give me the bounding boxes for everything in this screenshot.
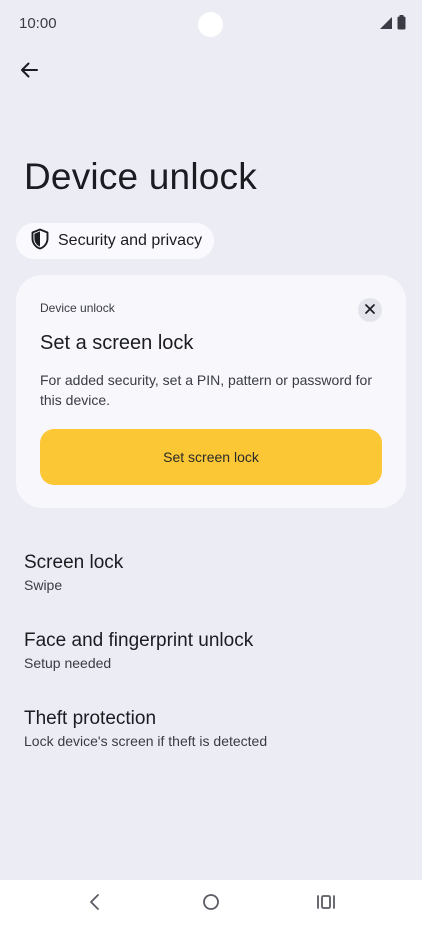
settings-item-subtitle: Swipe — [24, 577, 63, 593]
settings-item-theft-protection[interactable]: Theft protection Lock device's screen if… — [24, 707, 404, 750]
navigation-bar — [0, 880, 422, 928]
nav-home-icon — [202, 893, 220, 916]
status-bar: 10:00 — [0, 0, 422, 48]
status-time: 10:00 — [19, 15, 57, 32]
settings-item-screen-lock[interactable]: Screen lock Swipe — [24, 551, 404, 594]
set-screen-lock-button[interactable]: Set screen lock — [40, 429, 382, 485]
status-icons — [379, 15, 406, 35]
card-overline: Device unlock — [40, 301, 115, 315]
card-close-button[interactable] — [358, 298, 382, 322]
back-button[interactable] — [14, 57, 44, 87]
shield-icon — [30, 228, 50, 255]
signal-icon — [379, 16, 393, 35]
settings-item-subtitle: Setup needed — [24, 655, 112, 671]
nav-recents-icon — [316, 894, 336, 915]
nav-back-button[interactable] — [83, 892, 107, 916]
settings-item-title: Theft protection — [24, 708, 157, 729]
breadcrumb-security-and-privacy[interactable]: Security and privacy — [16, 223, 215, 259]
close-icon — [365, 301, 375, 319]
settings-item-title: Face and fingerprint unlock — [24, 630, 254, 651]
settings-item-title: Screen lock — [24, 552, 124, 573]
nav-back-icon — [88, 893, 102, 916]
set-screen-lock-card: Device unlock Set a screen lock For adde… — [16, 275, 406, 508]
camera-cutout — [198, 12, 223, 37]
nav-home-button[interactable] — [199, 892, 223, 916]
nav-recents-button[interactable] — [314, 892, 338, 916]
card-description: For added security, set a PIN, pattern o… — [40, 372, 373, 408]
settings-item-subtitle: Lock device's screen if theft is detecte… — [24, 733, 268, 749]
breadcrumb-label: Security and privacy — [58, 232, 203, 249]
page-title: Device unlock — [24, 156, 257, 197]
battery-icon — [397, 15, 406, 35]
card-title: Set a screen lock — [40, 332, 194, 354]
back-arrow-icon — [19, 60, 39, 85]
settings-item-face-and-fingerprint-unlock[interactable]: Face and fingerprint unlock Setup needed — [24, 629, 404, 672]
